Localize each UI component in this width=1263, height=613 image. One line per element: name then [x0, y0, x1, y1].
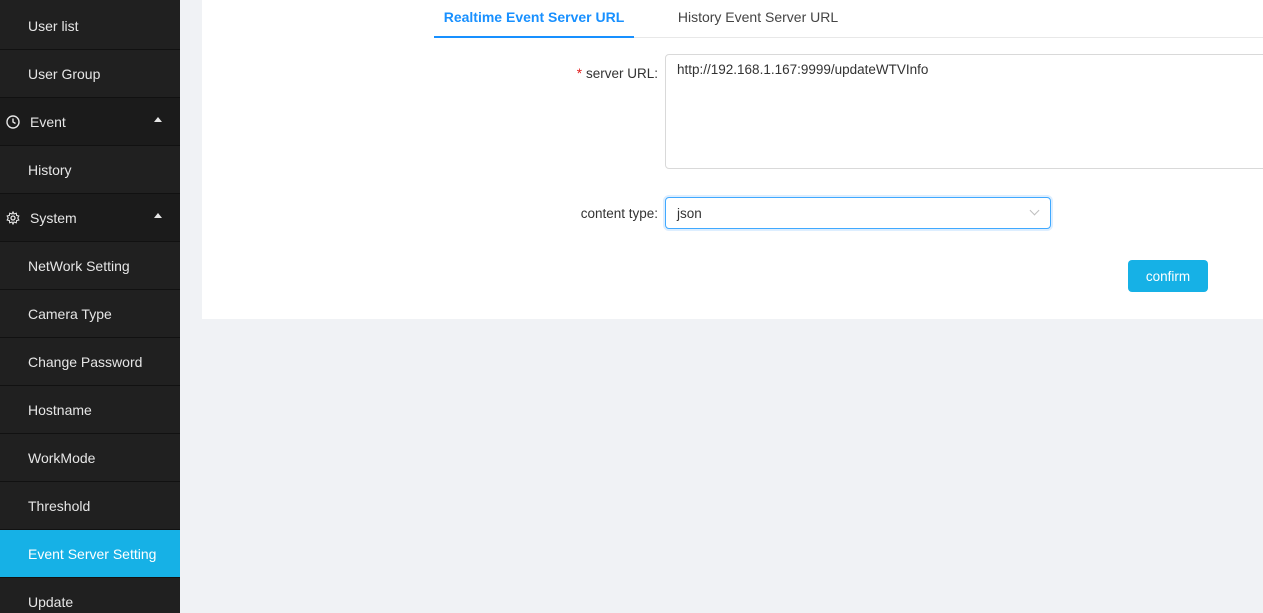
server-url-label: * server URL: — [502, 66, 658, 81]
content-type-value: json — [677, 206, 702, 221]
sidebar-item-label: Threshold — [28, 497, 91, 514]
sidebar-item-threshold[interactable]: Threshold — [0, 482, 180, 530]
server-url-input[interactable]: http://192.168.1.167:9999/updateWTVInfo — [665, 54, 1263, 169]
tab-history-event-server-url[interactable]: History Event Server URL — [668, 0, 848, 38]
sidebar-item-label: Camera Type — [28, 305, 112, 322]
chevron-up-icon — [154, 117, 162, 122]
sidebar-item-event-server-setting[interactable]: Event Server Setting — [0, 530, 180, 578]
content-type-label-text: content type: — [580, 206, 658, 221]
app: User list User Group Event History Syste… — [0, 0, 1263, 613]
sidebar-item-label: History — [28, 161, 72, 178]
sidebar-item-hostname[interactable]: Hostname — [0, 386, 180, 434]
main-panel: Realtime Event Server URL History Event … — [202, 0, 1263, 319]
sidebar-item-label: NetWork Setting — [28, 257, 130, 274]
sidebar-item-label: Update — [28, 593, 74, 610]
sidebar-item-label: Hostname — [28, 401, 92, 418]
content-type-select[interactable]: json — [665, 197, 1051, 229]
sidebar-item-user-list[interactable]: User list — [0, 2, 180, 50]
sidebar-item-update[interactable]: Update — [0, 578, 180, 613]
clock-icon — [6, 114, 20, 129]
tab-realtime-event-server-url[interactable]: Realtime Event Server URL — [434, 0, 634, 38]
sidebar-item-change-password[interactable]: Change Password — [0, 338, 180, 386]
sidebar-item-label: User Group — [28, 65, 101, 82]
server-url-label-text: server URL: — [585, 66, 658, 81]
sidebar-item-label: Event — [30, 113, 66, 130]
sidebar-item-label: WorkMode — [28, 449, 96, 466]
confirm-button[interactable]: confirm — [1128, 260, 1208, 292]
sidebar-item-label: System — [30, 209, 77, 226]
sidebar-item-user-group[interactable]: User Group — [0, 50, 180, 98]
sidebar-item-label: User list — [28, 17, 79, 34]
sidebar-item-camera-type[interactable]: Camera Type — [0, 290, 180, 338]
tab-label: History Event Server URL — [677, 9, 839, 25]
sidebar-item-label: Change Password — [28, 353, 143, 370]
sidebar-item-label: Event Server Setting — [28, 545, 157, 562]
sidebar-item-history[interactable]: History — [0, 146, 180, 194]
chevron-up-icon — [154, 213, 162, 218]
sidebar-group-event[interactable]: Event — [0, 98, 180, 146]
sidebar-item-network-setting[interactable]: NetWork Setting — [0, 242, 180, 290]
sidebar-group-system[interactable]: System — [0, 194, 180, 242]
chevron-down-icon — [1029, 205, 1040, 216]
gear-icon — [6, 210, 20, 225]
tab-label: Realtime Event Server URL — [443, 9, 625, 25]
sidebar: User list User Group Event History Syste… — [0, 0, 180, 613]
required-mark: * — [576, 66, 582, 81]
content-type-label: content type: — [502, 206, 658, 221]
sidebar-item-workmode[interactable]: WorkMode — [0, 434, 180, 482]
tab-bar: Realtime Event Server URL History Event … — [434, 0, 1263, 38]
